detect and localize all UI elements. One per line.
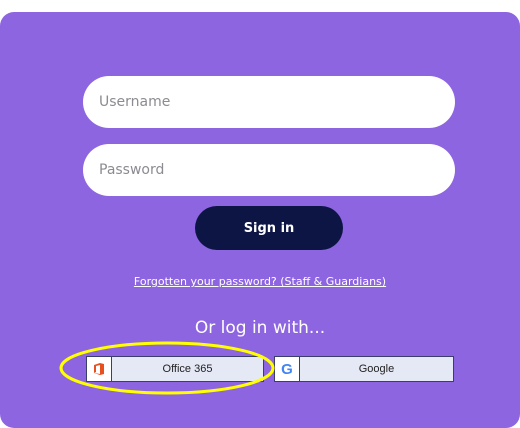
forgot-password-link[interactable]: Forgotten your password? (Staff & Guardi… bbox=[0, 275, 520, 288]
username-input[interactable] bbox=[83, 76, 455, 128]
google-icon: G bbox=[275, 357, 300, 381]
google-button[interactable]: G Google bbox=[274, 356, 454, 382]
or-login-with-text: Or log in with... bbox=[194, 318, 326, 338]
password-input[interactable] bbox=[83, 144, 455, 196]
sign-in-button[interactable]: Sign in bbox=[195, 206, 343, 250]
highlight-ellipse bbox=[59, 341, 275, 395]
google-label: Google bbox=[358, 363, 395, 375]
